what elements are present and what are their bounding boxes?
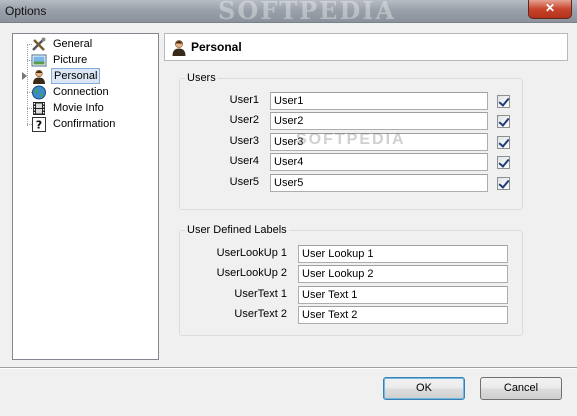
film-icon <box>31 101 47 116</box>
usertext1-field[interactable]: User Text 1 <box>298 286 508 304</box>
cancel-button[interactable]: Cancel <box>480 377 562 400</box>
user4-label: User4 <box>229 155 259 167</box>
usertext2-label: UserText 2 <box>234 308 287 320</box>
footer-separator <box>0 367 577 369</box>
ok-button[interactable]: OK <box>383 377 465 400</box>
panel-header: Personal <box>164 33 568 61</box>
globe-icon <box>31 85 47 100</box>
person-icon <box>31 69 47 84</box>
usertext2-field[interactable]: User Text 2 <box>298 306 508 324</box>
userlookup2-label: UserLookUp 2 <box>216 267 287 279</box>
user5-field[interactable]: User5 <box>270 174 488 192</box>
tree-item-label: General <box>53 38 93 50</box>
category-tree[interactable]: General Picture Personal Connection Movi… <box>12 33 159 360</box>
expand-arrow-icon[interactable] <box>22 72 27 80</box>
user4-field[interactable]: User4 <box>270 153 488 171</box>
user2-label: User2 <box>229 114 259 126</box>
user3-checkbox[interactable] <box>497 136 510 149</box>
tree-item-general[interactable]: General <box>31 36 94 52</box>
tree-item-picture[interactable]: Picture <box>31 52 89 68</box>
tree-item-label: Confirmation <box>53 118 116 130</box>
user2-field[interactable]: User2 <box>270 112 488 130</box>
person-icon <box>171 39 187 56</box>
user5-label: User5 <box>229 176 259 188</box>
tree-line <box>27 44 28 126</box>
user4-checkbox[interactable] <box>497 156 510 169</box>
svg-text:?: ? <box>36 118 42 131</box>
user2-checkbox[interactable] <box>497 115 510 128</box>
userlookup1-label: UserLookUp 1 <box>216 247 287 259</box>
users-group-legend: Users <box>187 72 216 84</box>
user5-checkbox[interactable] <box>497 177 510 190</box>
user1-field[interactable]: User1 <box>270 92 488 110</box>
tools-icon <box>31 37 47 52</box>
tree-item-label: Picture <box>53 54 88 66</box>
close-button[interactable]: ✕ <box>528 0 572 19</box>
window-title: Options <box>5 4 47 18</box>
tree-item-personal[interactable]: Personal <box>31 68 101 84</box>
tree-item-label: Connection <box>53 86 109 98</box>
tree-item-connection[interactable]: Connection <box>31 84 111 100</box>
watermark-logo: SOFTPEDIA <box>218 0 397 25</box>
watermark-logo: SOFTPEDIA <box>296 131 406 148</box>
userlookup2-field[interactable]: User Lookup 2 <box>298 265 508 283</box>
tree-item-movie-info[interactable]: Movie Info <box>31 100 106 116</box>
tree-item-label: Movie Info <box>53 102 104 114</box>
usertext1-label: UserText 1 <box>234 288 287 300</box>
picture-icon <box>31 53 47 68</box>
userlookup1-field[interactable]: User Lookup 1 <box>298 245 508 263</box>
title-bar: Options SOFTPEDIA ✕ <box>0 0 577 25</box>
tree-item-confirmation[interactable]: ? Confirmation <box>31 116 117 132</box>
tree-item-label: Personal <box>51 68 101 84</box>
close-icon: ✕ <box>544 1 556 15</box>
user1-checkbox[interactable] <box>497 95 510 108</box>
panel-title: Personal <box>191 40 242 54</box>
question-icon: ? <box>31 116 47 132</box>
user3-label: User3 <box>229 135 259 147</box>
user-labels-group-legend: User Defined Labels <box>187 224 287 236</box>
user1-label: User1 <box>229 94 259 106</box>
